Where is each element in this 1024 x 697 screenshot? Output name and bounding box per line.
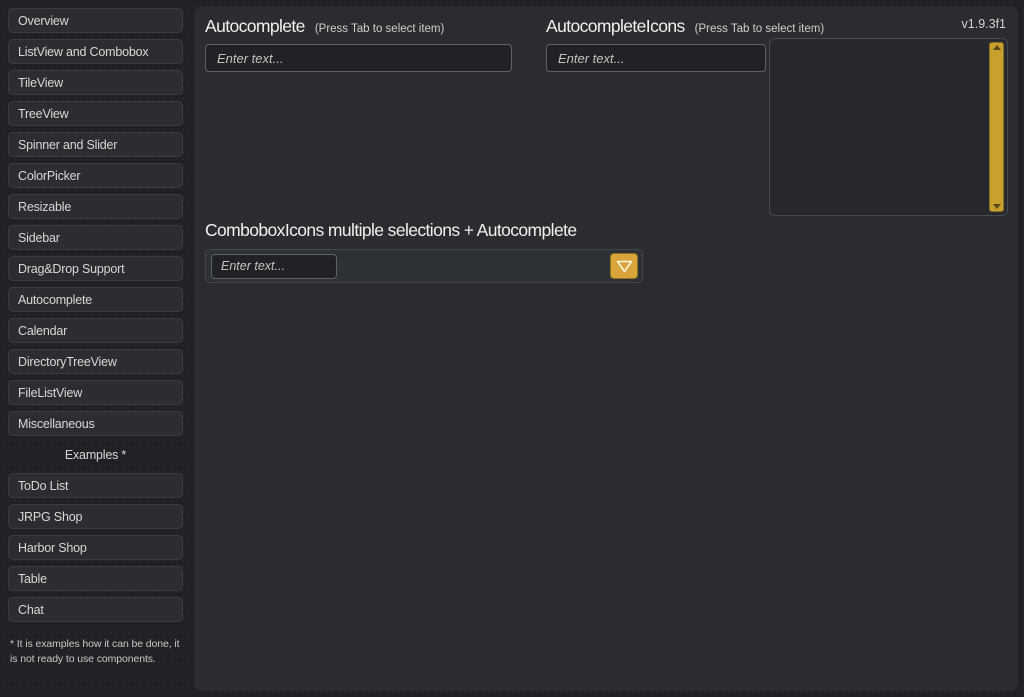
sidebar-item-label: ToDo List [18, 478, 69, 493]
sidebar-item-colorpicker[interactable]: ColorPicker [8, 163, 183, 188]
sidebar-item-label: Miscellaneous [18, 416, 95, 431]
autocomplete-icons-list-panel [769, 38, 1008, 216]
sidebar-item-table[interactable]: Table [8, 566, 183, 591]
sidebar-item-chat[interactable]: Chat [8, 597, 183, 622]
list-panel-body[interactable] [769, 38, 1008, 216]
sidebar-item-autocomplete[interactable]: Autocomplete [8, 287, 183, 312]
sidebar-item-label: Table [18, 571, 47, 586]
scroll-up-arrow-icon[interactable] [992, 45, 1001, 50]
sidebar-footnote: * It is examples how it can be done, it … [10, 638, 180, 666]
sidebar-item-label: Overview [18, 13, 69, 28]
version-label: v1.9.3f1 [961, 17, 1006, 31]
sidebar-item-calendar[interactable]: Calendar [8, 318, 183, 343]
sidebar-section-label: Examples * [64, 447, 127, 462]
autocomplete-input[interactable]: Enter text... [205, 44, 512, 72]
combobox-dropdown-button[interactable] [610, 253, 638, 279]
sidebar-item-miscellaneous[interactable]: Miscellaneous [8, 411, 183, 436]
section-autocomplete-header: Autocomplete (Press Tab to select item) [205, 16, 535, 37]
sidebar-item-drag-drop-support[interactable]: Drag&Drop Support [8, 256, 183, 281]
sidebar-item-tileview[interactable]: TileView [8, 70, 183, 95]
main-content-panel: v1.9.3f1 Autocomplete (Press Tab to sele… [194, 6, 1018, 691]
sidebar-item-label: TreeView [18, 106, 69, 121]
combobox-icons-control[interactable]: Enter text... [205, 249, 643, 283]
combobox-icons-input[interactable]: Enter text... [211, 253, 337, 279]
sidebar-item-sidebar[interactable]: Sidebar [8, 225, 183, 250]
sidebar-item-overview[interactable]: Overview [8, 8, 183, 33]
sidebar-item-resizable[interactable]: Resizable [8, 194, 183, 219]
sidebar-item-label: Calendar [18, 323, 68, 338]
sidebar-item-label: Chat [18, 602, 44, 617]
section-title: Autocomplete [205, 16, 305, 36]
sidebar-item-label: Resizable [18, 199, 72, 214]
sidebar-item-label: DirectoryTreeView [18, 354, 117, 369]
sidebar-item-label: ColorPicker [18, 168, 81, 183]
sidebar-item-directorytreeview[interactable]: DirectoryTreeView [8, 349, 183, 374]
sidebar-item-harbor-shop[interactable]: Harbor Shop [8, 535, 183, 560]
section-combobox-icons: ComboboxIcons multiple selections + Auto… [205, 220, 655, 283]
sidebar-item-label: Autocomplete [18, 292, 93, 307]
sidebar: Overview ListView and Combobox TileView … [0, 0, 191, 697]
sidebar-item-label: Spinner and Slider [18, 137, 118, 152]
vertical-scrollbar[interactable] [989, 42, 1004, 212]
sidebar-item-label: Drag&Drop Support [18, 261, 125, 276]
sidebar-item-spinner-and-slider[interactable]: Spinner and Slider [8, 132, 183, 157]
sidebar-item-label: Sidebar [18, 230, 60, 245]
sidebar-item-label: FileListView [18, 385, 83, 400]
sidebar-item-jrpg-shop[interactable]: JRPG Shop [8, 504, 183, 529]
sidebar-item-label: ListView and Combobox [18, 44, 149, 59]
sidebar-item-label: Harbor Shop [18, 540, 87, 555]
autocomplete-icons-input[interactable]: Enter text... [546, 44, 766, 72]
sidebar-item-treeview[interactable]: TreeView [8, 101, 183, 126]
scroll-down-arrow-icon[interactable] [992, 204, 1001, 209]
section-hint: (Press Tab to select item) [694, 23, 825, 35]
sidebar-item-label: JRPG Shop [18, 509, 83, 524]
sidebar-item-filelistview[interactable]: FileListView [8, 380, 183, 405]
section-combobox-icons-header: ComboboxIcons multiple selections + Auto… [205, 220, 655, 241]
sidebar-item-label: TileView [18, 75, 63, 90]
section-title: AutocompleteIcons [546, 16, 685, 36]
section-hint: (Press Tab to select item) [314, 23, 445, 35]
section-autocomplete: Autocomplete (Press Tab to select item) … [205, 16, 535, 72]
sidebar-item-todo-list[interactable]: ToDo List [8, 473, 183, 498]
chevron-down-icon [616, 260, 632, 272]
section-title: ComboboxIcons multiple selections + Auto… [205, 220, 577, 240]
section-autocomplete-icons-header: AutocompleteIcons (Press Tab to select i… [546, 16, 856, 37]
sidebar-item-listview-and-combobox[interactable]: ListView and Combobox [8, 39, 183, 64]
sidebar-section-examples: Examples * [8, 442, 183, 467]
